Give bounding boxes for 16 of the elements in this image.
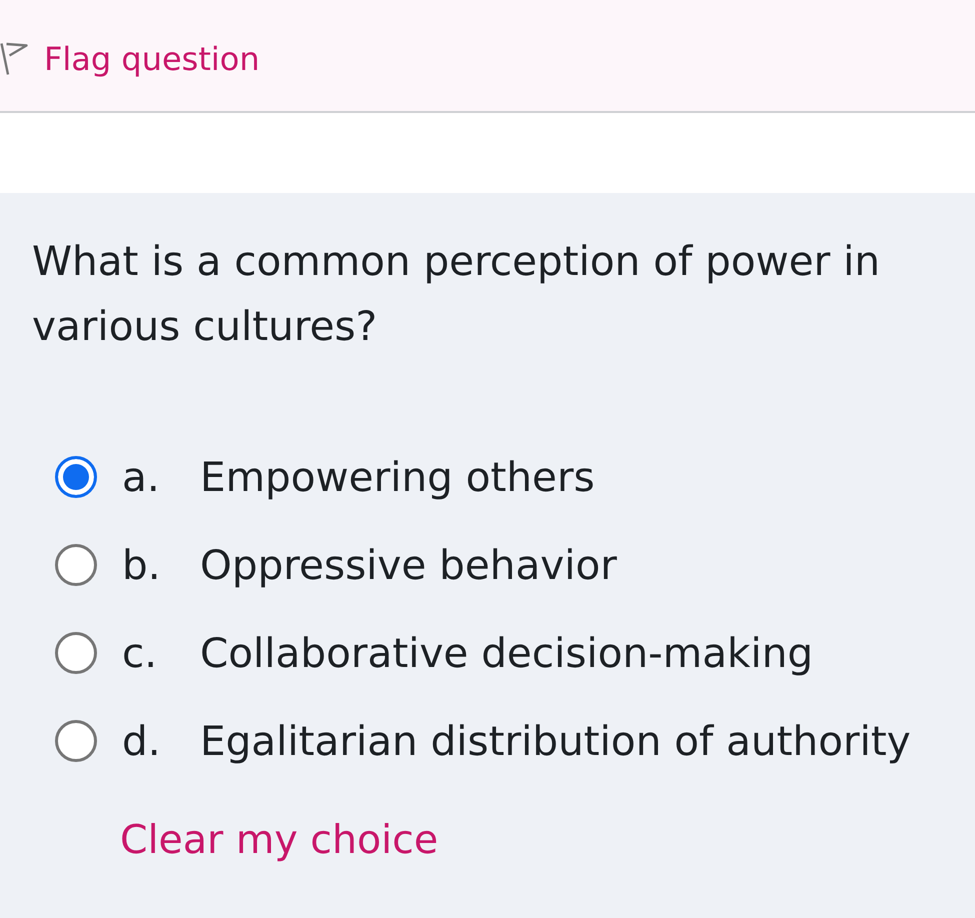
option-letter: c. xyxy=(122,628,158,679)
option-label[interactable]: Collaborative decision-making xyxy=(200,625,814,681)
flag-question-link[interactable]: Flag question xyxy=(0,36,260,80)
option-label[interactable]: Oppressive behavior xyxy=(200,537,617,593)
option-letter: a. xyxy=(122,452,161,503)
option-label[interactable]: Egalitarian distribution of authority xyxy=(200,713,911,769)
question-text: What is a common perception of power in various cultures? xyxy=(32,236,882,352)
option-letter: b. xyxy=(122,540,162,591)
radio-button[interactable] xyxy=(55,456,97,498)
option-label[interactable]: Empowering others xyxy=(200,449,595,505)
option-letter: d. xyxy=(122,716,162,767)
flag-icon xyxy=(0,42,28,76)
radio-button[interactable] xyxy=(55,632,97,674)
radio-button[interactable] xyxy=(55,720,97,762)
radio-button[interactable] xyxy=(55,544,97,586)
clear-choice-link[interactable]: Clear my choice xyxy=(120,810,438,870)
